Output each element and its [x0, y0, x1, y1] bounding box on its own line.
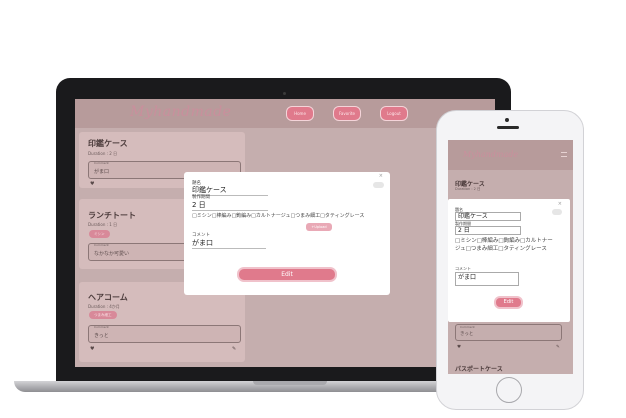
- laptop-screen: Myhandmade Home Favorite Logout 印鑑ケース Du…: [75, 99, 495, 367]
- comment-text: がま口: [94, 169, 110, 175]
- technique-checkboxes[interactable]: □ミシン□棒編み□鉤編み□カルトナージュ□つまみ細工□タティングレース: [192, 212, 364, 219]
- comment-text: なかなか可愛い: [94, 251, 130, 257]
- laptop-camera: [283, 92, 286, 95]
- edit-icon[interactable]: ✎: [232, 346, 236, 352]
- name-input[interactable]: 印鑑ケース: [455, 212, 521, 221]
- comment-label: Comment: [94, 325, 109, 329]
- technique-checkboxes-line2[interactable]: ジュ□つまみ細工□タティングレース: [455, 244, 547, 252]
- card-title: パスポートケース: [455, 366, 503, 373]
- nav-home-button[interactable]: Home: [286, 106, 314, 121]
- card-title: ランチトート: [88, 211, 136, 220]
- close-icon[interactable]: ×: [558, 201, 562, 207]
- edit-modal: × 題名 印鑑ケース 製作期間 2 日 □ミシン□棒編み□鉤編み□カルトナージュ…: [184, 172, 390, 295]
- favorite-icon[interactable]: ♥: [90, 346, 94, 352]
- card-duration: Duration : 4か月: [88, 304, 120, 309]
- favorite-icon[interactable]: ♥: [457, 345, 461, 350]
- card-title: ヘアコーム: [88, 293, 128, 302]
- upload-button[interactable]: +Upload: [306, 223, 332, 231]
- nav-logout-button[interactable]: Logout: [380, 106, 408, 121]
- technique-tag: つまみ細工: [89, 311, 117, 319]
- technique-tag: ミシン: [89, 230, 110, 238]
- card-title: 印鑑ケース: [88, 139, 128, 148]
- mobile-header: Myhandmade: [448, 140, 573, 170]
- comment-text: きっと: [94, 333, 109, 339]
- app-logo[interactable]: Myhandmade: [130, 104, 231, 120]
- public-toggle[interactable]: [552, 209, 562, 215]
- edit-icon[interactable]: ✎: [556, 345, 560, 350]
- menu-icon[interactable]: [561, 152, 567, 157]
- phone-screen: Myhandmade 印鑑ケース Duration : 2 日 × 題名 印鑑ケ…: [448, 140, 573, 374]
- comment-label: Comment: [460, 325, 475, 329]
- card-duration: Duration : 2 日: [88, 151, 118, 156]
- comment-label: Comment: [94, 161, 109, 165]
- favorite-icon[interactable]: ♥: [90, 181, 94, 187]
- laptop-notch: [253, 381, 327, 385]
- phone-speaker: [497, 126, 519, 129]
- app-header: Myhandmade Home Favorite Logout: [75, 99, 495, 128]
- close-icon[interactable]: ×: [379, 173, 383, 179]
- comment-input[interactable]: がま口: [192, 238, 266, 249]
- comment-text: きっと: [460, 332, 474, 337]
- edit-button[interactable]: Edit: [494, 296, 523, 309]
- period-input[interactable]: 2 日: [192, 200, 268, 211]
- app-logo[interactable]: Myhandmade: [463, 150, 518, 159]
- phone-camera: [505, 118, 509, 122]
- card-comment-box: Comment きっと: [88, 325, 241, 343]
- public-toggle[interactable]: [373, 182, 384, 188]
- phone-home-button[interactable]: [496, 377, 522, 403]
- nav-favorite-button[interactable]: Favorite: [333, 106, 361, 121]
- technique-checkboxes-line1[interactable]: □ミシン□棒編み□鉤編み□カルトナー: [455, 236, 553, 244]
- comment-input[interactable]: がま口: [455, 272, 519, 286]
- edit-button[interactable]: Edit: [237, 267, 337, 282]
- edit-modal: × 題名 印鑑ケース 製作期間 2 日 □ミシン□棒編み□鉤編み□カルトナー ジ…: [448, 199, 570, 322]
- showcase: Myhandmade Home Favorite Logout 印鑑ケース Du…: [0, 0, 626, 418]
- card-duration: Duration : 2 日: [455, 187, 481, 191]
- card-comment-box: Comment きっと: [455, 324, 562, 341]
- card-duration: Duration : 1 日: [88, 222, 118, 227]
- comment-label: Comment: [94, 243, 109, 247]
- period-input[interactable]: 2 日: [455, 226, 521, 235]
